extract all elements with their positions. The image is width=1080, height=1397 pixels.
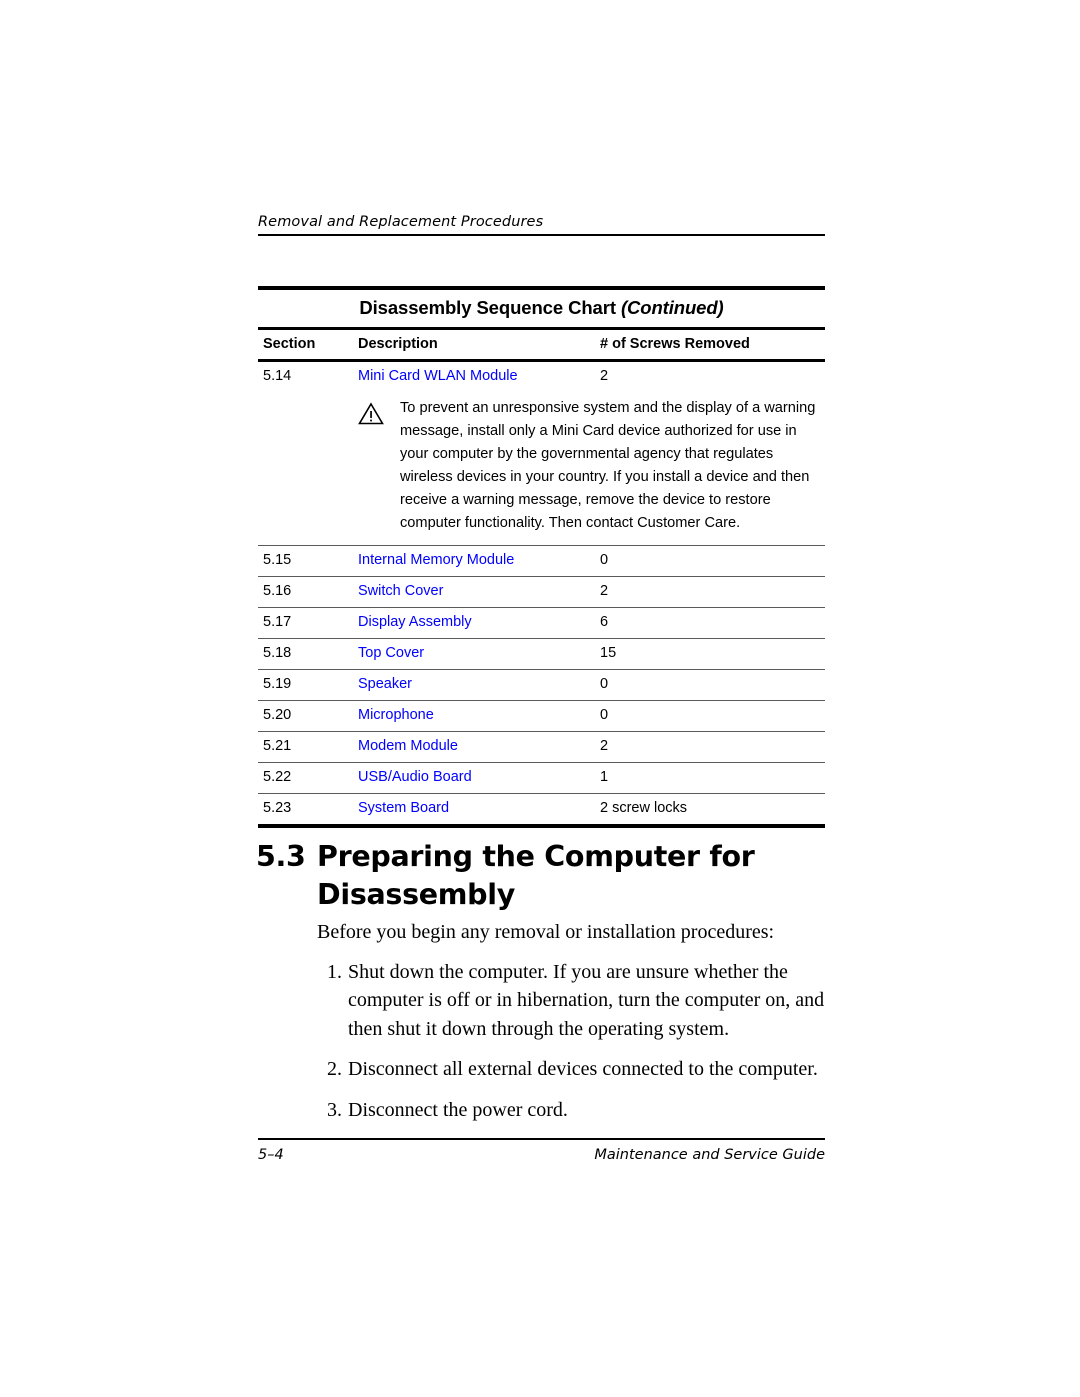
running-head: Removal and Replacement Procedures [258, 214, 825, 236]
cell-section: 5.20 [263, 707, 292, 723]
link-switch-cover[interactable]: Switch Cover [358, 583, 443, 599]
table-row: 5.21 Modem Module 2 [258, 732, 825, 762]
section-body: Before you begin any removal or installa… [317, 918, 827, 1124]
cell-screws: 0 [600, 552, 609, 568]
column-header-section: Section [263, 336, 316, 352]
table-row: 5.15 Internal Memory Module 0 [258, 546, 825, 576]
table-row: 5.16 Switch Cover 2 [258, 577, 825, 607]
section-heading: 5.3 Preparing the Computer for Disassemb… [256, 838, 836, 914]
list-item: 2. Disconnect all external devices conne… [317, 1055, 827, 1084]
cell-description: Display Assembly [358, 614, 600, 630]
cell-section: 5.14 [263, 368, 292, 384]
cell-section: 5.16 [263, 583, 292, 599]
cell-description: Internal Memory Module [358, 552, 600, 568]
cell-screws: 2 screw locks [600, 800, 688, 816]
table-bottom-border [258, 824, 825, 828]
link-speaker[interactable]: Speaker [358, 676, 412, 692]
list-item: 1. Shut down the computer. If you are un… [317, 958, 827, 1044]
table-title-continued: (Continued) [620, 297, 724, 318]
cell-section: 5.21 [263, 738, 292, 754]
guide-title: Maintenance and Service Guide [594, 1146, 825, 1163]
cell-description: USB/Audio Board [358, 769, 600, 785]
link-usb-audio-board[interactable]: USB/Audio Board [358, 769, 472, 785]
list-item: 3. Disconnect the power cord. [317, 1096, 827, 1125]
step-number: 2. [327, 1058, 342, 1080]
link-microphone[interactable]: Microphone [358, 707, 434, 723]
link-modem-module[interactable]: Modem Module [358, 738, 458, 754]
table-row: 5.17 Display Assembly 6 [258, 608, 825, 638]
step-number: 3. [327, 1098, 342, 1121]
cell-section: 5.18 [263, 645, 292, 661]
table-row: 5.19 Speaker 0 [258, 670, 825, 700]
table-title-main: Disassembly Sequence Chart [359, 297, 621, 318]
step-number: 1. [327, 960, 342, 983]
cell-screws: 0 [600, 676, 609, 692]
steps-list: 1. Shut down the computer. If you are un… [317, 958, 827, 1125]
cell-section: 5.15 [263, 552, 292, 568]
footer-content: 5–4 Maintenance and Service Guide [258, 1140, 825, 1163]
intro-paragraph: Before you begin any removal or installa… [317, 921, 775, 943]
cell-screws: 15 [600, 645, 617, 661]
cell-description: Top Cover [358, 645, 600, 661]
caution-gutter [258, 397, 358, 535]
cell-section: 5.23 [263, 800, 292, 816]
table-row: 5.23 System Board 2 screw locks [258, 794, 825, 824]
link-internal-memory-module[interactable]: Internal Memory Module [358, 552, 514, 568]
column-header-screws: # of Screws Removed [600, 336, 750, 352]
document-page: Removal and Replacement Procedures Disas… [0, 0, 1080, 1397]
cell-section: 5.22 [263, 769, 292, 785]
cell-screws: 0 [600, 707, 609, 723]
table-header-row: Section Description # of Screws Removed [258, 330, 825, 359]
cell-screws: 2 [600, 738, 609, 754]
table-row: 5.18 Top Cover 15 [258, 639, 825, 669]
caution-note-text: To prevent an unresponsive system and th… [400, 400, 816, 531]
table-row: 5.20 Microphone 0 [258, 701, 825, 731]
running-head-text: Removal and Replacement Procedures [258, 214, 544, 230]
caution-note: To prevent an unresponsive system and th… [258, 392, 825, 545]
cell-description: Microphone [358, 707, 600, 723]
table-title: Disassembly Sequence Chart (Continued) [258, 290, 825, 327]
cell-description: Mini Card WLAN Module [358, 368, 600, 384]
disassembly-sequence-chart: Disassembly Sequence Chart (Continued) S… [258, 286, 825, 828]
running-head-rule [258, 234, 825, 236]
warning-triangle-icon [358, 397, 400, 535]
cell-description: System Board [358, 800, 600, 816]
step-text: Disconnect the power cord. [348, 1098, 568, 1121]
section-number: 5.3 [256, 840, 306, 873]
cell-section: 5.19 [263, 676, 292, 692]
cell-screws: 2 [600, 368, 609, 384]
link-top-cover[interactable]: Top Cover [358, 645, 424, 661]
cell-description: Speaker [358, 676, 600, 692]
section-title: Preparing the Computer for Disassembly [317, 840, 755, 911]
cell-description: Switch Cover [358, 583, 600, 599]
column-header-description: Description [358, 336, 438, 352]
step-text: Disconnect all external devices connecte… [348, 1058, 818, 1080]
step-text: Shut down the computer. If you are unsur… [348, 960, 825, 1040]
page-number: 5–4 [258, 1146, 284, 1163]
cell-description: Modem Module [358, 738, 600, 754]
link-system-board[interactable]: System Board [358, 800, 449, 816]
cell-screws: 2 [600, 583, 609, 599]
link-mini-card-wlan-module[interactable]: Mini Card WLAN Module [358, 368, 518, 384]
page-footer: 5–4 Maintenance and Service Guide [258, 1138, 825, 1163]
link-display-assembly[interactable]: Display Assembly [358, 614, 472, 630]
cell-screws: 6 [600, 614, 609, 630]
table-row: 5.14 Mini Card WLAN Module 2 [258, 362, 825, 392]
cell-screws: 1 [600, 769, 609, 785]
table-row: 5.22 USB/Audio Board 1 [258, 763, 825, 793]
cell-section: 5.17 [263, 614, 292, 630]
